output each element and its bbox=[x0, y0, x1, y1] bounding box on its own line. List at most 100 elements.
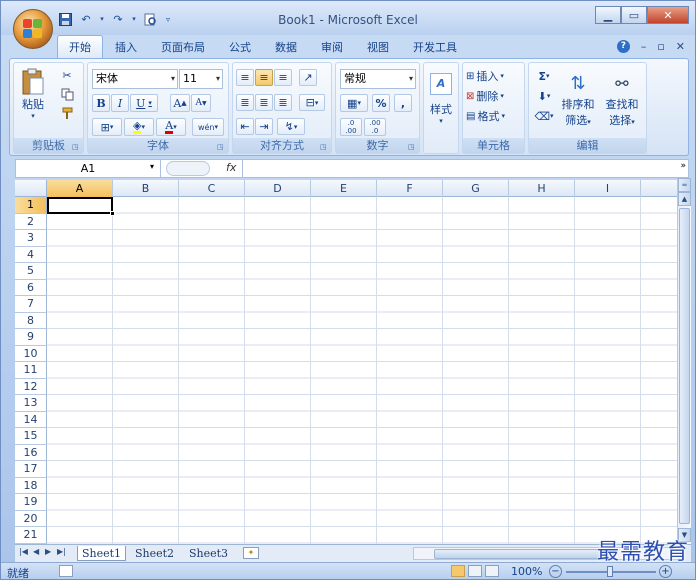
column-header[interactable]: B bbox=[113, 180, 179, 197]
row-header[interactable]: 2 bbox=[15, 213, 47, 230]
row-header[interactable]: 4 bbox=[15, 246, 47, 263]
sort-filter-button[interactable]: ⇅ 排序和 筛选▾ bbox=[557, 67, 599, 133]
workbook-minimize-icon[interactable]: – bbox=[641, 40, 647, 53]
row-header[interactable]: 7 bbox=[15, 296, 47, 313]
fill-handle[interactable] bbox=[110, 211, 115, 216]
row-header[interactable]: 18 bbox=[15, 477, 47, 494]
borders-button[interactable]: ⊞ ▾ bbox=[92, 118, 122, 136]
column-header[interactable]: H bbox=[509, 180, 575, 197]
fill-icon[interactable]: ⬇ ▾ bbox=[533, 87, 555, 105]
expand-formula-bar-icon[interactable]: » bbox=[680, 161, 686, 171]
workbook-close-icon[interactable]: ✕ bbox=[676, 40, 685, 53]
column-header[interactable]: D bbox=[245, 180, 311, 197]
bold-button[interactable]: B bbox=[92, 94, 110, 112]
row-header[interactable]: 20 bbox=[15, 510, 47, 527]
insert-function-icon[interactable]: fx bbox=[226, 161, 236, 174]
shrink-font-button[interactable]: A ▼ bbox=[191, 94, 211, 112]
row-header[interactable]: 13 bbox=[15, 395, 47, 412]
next-sheet-icon[interactable]: ▶ bbox=[45, 547, 51, 556]
scroll-up-icon[interactable]: ▲ bbox=[678, 192, 691, 206]
align-left-icon[interactable]: ≣ bbox=[236, 94, 254, 111]
comma-button[interactable]: , bbox=[394, 94, 412, 112]
formula-input[interactable] bbox=[242, 160, 672, 177]
cut-icon[interactable]: ✂ bbox=[58, 67, 76, 84]
sheet-tab[interactable]: Sheet3 bbox=[185, 546, 232, 561]
merge-center-icon[interactable]: ⊟ ▾ bbox=[299, 94, 325, 111]
row-header[interactable]: 17 bbox=[15, 461, 47, 478]
styles-button[interactable]: A 样式 ▾ bbox=[426, 67, 456, 131]
row-header[interactable]: 5 bbox=[15, 263, 47, 280]
wrap-text-icon[interactable]: ↯ ▾ bbox=[277, 118, 305, 135]
first-sheet-icon[interactable]: |◀ bbox=[19, 547, 28, 556]
workbook-restore-icon[interactable]: ▫ bbox=[657, 40, 664, 53]
row-header[interactable]: 10 bbox=[15, 345, 47, 362]
column-header[interactable]: A bbox=[47, 180, 113, 197]
horizontal-scroll-thumb[interactable] bbox=[434, 549, 614, 559]
column-header[interactable]: G bbox=[443, 180, 509, 197]
column-header[interactable]: F bbox=[377, 180, 443, 197]
delete-cells-button[interactable]: ⊠ 删除 ▾ bbox=[465, 87, 523, 105]
minimize-icon[interactable]: ▁ bbox=[595, 6, 621, 24]
align-center-icon[interactable]: ≣ bbox=[255, 94, 273, 111]
vertical-scrollbar[interactable]: ═ ▲ ▼ bbox=[677, 178, 691, 544]
tab-5[interactable]: 数据 bbox=[263, 35, 309, 59]
scroll-split-icon[interactable]: ═ bbox=[678, 178, 691, 192]
percent-button[interactable]: % bbox=[372, 94, 390, 112]
tab-7[interactable]: 视图 bbox=[355, 35, 401, 59]
name-box[interactable]: A1 bbox=[16, 160, 161, 177]
clipboard-dialog-launcher-icon[interactable]: ◳ bbox=[72, 143, 80, 151]
underline-button[interactable]: U ▾ bbox=[130, 94, 158, 112]
font-dialog-launcher-icon[interactable]: ◳ bbox=[217, 143, 225, 151]
increase-decimal-button[interactable]: .0 .00 bbox=[340, 118, 362, 136]
row-header[interactable]: 16 bbox=[15, 444, 47, 461]
row-header[interactable]: 19 bbox=[15, 494, 47, 511]
increase-indent-icon[interactable]: ⇥ bbox=[255, 118, 273, 135]
formula-bar-grip-icon[interactable] bbox=[166, 161, 210, 176]
maximize-icon[interactable]: ▭ bbox=[621, 6, 647, 24]
select-all-corner[interactable] bbox=[15, 180, 47, 197]
tab-1[interactable]: 开始 bbox=[57, 35, 103, 59]
help-icon[interactable]: ? bbox=[616, 40, 630, 53]
orientation-icon[interactable]: ↗ bbox=[299, 69, 317, 86]
vertical-scroll-thumb[interactable] bbox=[679, 208, 690, 524]
zoom-out-icon[interactable]: − bbox=[549, 565, 562, 578]
name-box-dropdown-icon[interactable]: ▾ bbox=[150, 162, 154, 171]
align-bottom-icon[interactable]: ≡ bbox=[274, 69, 292, 86]
copy-icon[interactable] bbox=[58, 86, 76, 103]
tab-6[interactable]: 审阅 bbox=[309, 35, 355, 59]
paste-button[interactable]: 粘贴 ▾ bbox=[18, 66, 48, 122]
format-cells-button[interactable]: ▤ 格式 ▾ bbox=[465, 107, 523, 125]
tab-3[interactable]: 页面布局 bbox=[149, 35, 217, 59]
page-layout-view-icon[interactable] bbox=[468, 565, 482, 577]
row-header[interactable]: 12 bbox=[15, 378, 47, 395]
tab-8[interactable]: 开发工具 bbox=[401, 35, 469, 59]
row-header[interactable]: 11 bbox=[15, 362, 47, 379]
row-header[interactable]: 6 bbox=[15, 279, 47, 296]
row-header[interactable]: 15 bbox=[15, 428, 47, 445]
last-sheet-icon[interactable]: ▶| bbox=[57, 547, 66, 556]
column-header[interactable]: I bbox=[575, 180, 641, 197]
insert-worksheet-icon[interactable]: ✦ bbox=[243, 547, 259, 559]
tab-2[interactable]: 插入 bbox=[103, 35, 149, 59]
phonetic-button[interactable]: wén ▾ bbox=[192, 118, 224, 136]
row-header[interactable]: 14 bbox=[15, 411, 47, 428]
row-header[interactable]: 1 bbox=[15, 197, 47, 214]
alignment-dialog-launcher-icon[interactable]: ◳ bbox=[320, 143, 328, 151]
insert-cells-button[interactable]: ⊞ 插入 ▾ bbox=[465, 67, 523, 85]
zoom-level[interactable]: 100% bbox=[511, 565, 542, 578]
column-header[interactable]: E bbox=[311, 180, 377, 197]
zoom-slider-thumb[interactable] bbox=[607, 566, 613, 577]
active-cell[interactable] bbox=[47, 197, 115, 216]
close-icon[interactable]: ✕ bbox=[647, 6, 689, 24]
macro-record-icon[interactable] bbox=[59, 565, 73, 577]
office-button[interactable] bbox=[13, 9, 53, 49]
number-format-select[interactable]: 常规 ▾ bbox=[340, 69, 416, 89]
align-top-icon[interactable]: ≡ bbox=[236, 69, 254, 86]
decrease-indent-icon[interactable]: ⇤ bbox=[236, 118, 254, 135]
autosum-button[interactable]: Σ ▾ bbox=[533, 67, 555, 85]
number-dialog-launcher-icon[interactable]: ◳ bbox=[408, 143, 416, 151]
clear-icon[interactable]: ⌫ ▾ bbox=[533, 107, 555, 125]
row-header[interactable]: 8 bbox=[15, 312, 47, 329]
row-header[interactable]: 3 bbox=[15, 230, 47, 247]
find-select-button[interactable]: ⚯ 查找和 选择▾ bbox=[601, 67, 643, 133]
